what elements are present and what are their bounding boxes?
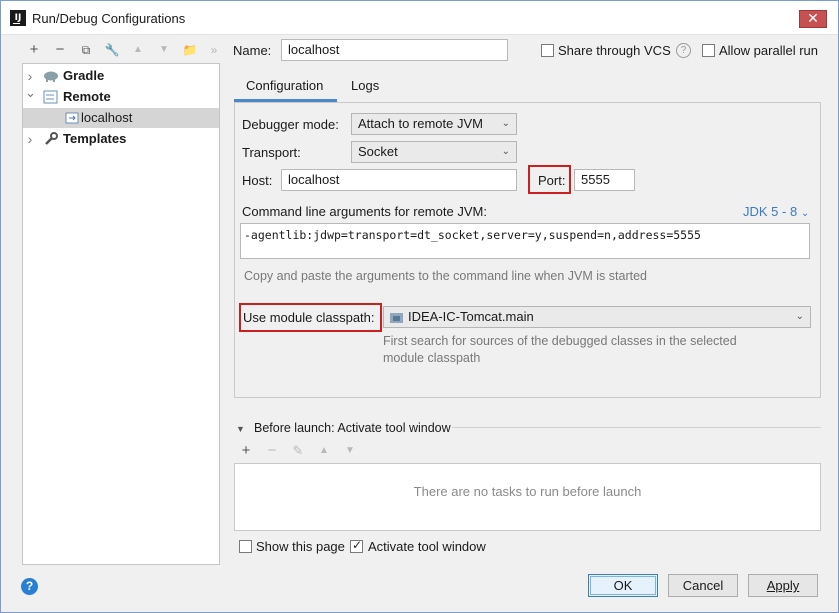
tree-item-gradle[interactable]: › Gradle (23, 66, 219, 86)
minus-icon[interactable]: − (51, 41, 69, 59)
help-icon[interactable]: ? (676, 43, 691, 58)
module-classpath-label: Use module classpath: (243, 310, 375, 325)
jdk-version-text: JDK 5 - 8 (743, 204, 798, 219)
tree-label-remote: Remote (63, 89, 111, 104)
module-hint-line2: module classpath (383, 351, 481, 365)
configuration-tree[interactable]: › Gradle ⌄ Remote localhost › Templates (22, 63, 220, 565)
double-chevron-icon[interactable]: » (205, 41, 223, 59)
tree-item-templates[interactable]: › Templates (23, 129, 219, 149)
title-bar: IJ Run/Debug Configurations ✕ (1, 1, 838, 35)
tree-item-remote[interactable]: ⌄ Remote (23, 85, 219, 107)
chevron-down-icon: ⌄ (501, 146, 510, 157)
allow-parallel-checkbox[interactable] (702, 44, 715, 57)
chevron-right-icon[interactable]: › (25, 129, 35, 149)
plus-icon[interactable]: + (25, 41, 43, 59)
plus-icon[interactable]: + (237, 442, 255, 460)
window-title: Run/Debug Configurations (32, 11, 186, 26)
before-launch-label[interactable]: Before launch: Activate tool window (254, 420, 451, 436)
allow-parallel-label: Allow parallel run (719, 43, 818, 58)
chevron-down-icon: ⌄ (795, 311, 804, 322)
show-page-checkbox[interactable] (239, 540, 252, 553)
jdk-version-selector[interactable]: JDK 5 - 8 ⌄ (743, 204, 809, 222)
wrench-icon[interactable]: 🔧 (103, 41, 121, 59)
chevron-down-icon: ⌄ (501, 118, 510, 129)
apply-button-label: Apply (766, 578, 800, 593)
intellij-app-icon: IJ (10, 10, 26, 26)
transport-label: Transport: (242, 145, 301, 160)
port-field[interactable]: 5555 (574, 169, 635, 191)
before-launch-task-list[interactable]: There are no tasks to run before launch (234, 463, 821, 531)
tab-logs[interactable]: Logs (351, 78, 379, 94)
gradle-elephant-icon (44, 71, 58, 82)
module-classpath-value: IDEA-IC-Tomcat.main (408, 309, 534, 324)
transport-value: Socket (358, 144, 398, 159)
debugger-mode-value: Attach to remote JVM (358, 116, 483, 131)
activate-tool-window-label: Activate tool window (368, 539, 486, 554)
tab-configuration[interactable]: Configuration (246, 78, 323, 94)
remote-config-icon (43, 90, 58, 104)
show-page-label: Show this page (256, 539, 345, 554)
cmdline-hint: Copy and paste the arguments to the comm… (244, 269, 647, 283)
remote-run-icon (65, 112, 79, 124)
apply-button[interactable]: Apply (748, 574, 818, 597)
tree-label-templates: Templates (63, 131, 127, 146)
name-label: Name: (233, 43, 272, 58)
cmdline-textarea[interactable]: -agentlib:jdwp=transport=dt_socket,serve… (240, 223, 810, 259)
help-icon[interactable]: ? (21, 578, 38, 595)
name-field[interactable]: localhost (281, 39, 508, 61)
tree-label-localhost: localhost (81, 110, 133, 125)
ok-button-label: OK (613, 578, 633, 593)
empty-tasks-text: There are no tasks to run before launch (413, 484, 642, 499)
collapse-triangle-icon[interactable]: ▼ (236, 424, 245, 434)
module-classpath-select[interactable]: IDEA-IC-Tomcat.main ⌄ (383, 306, 811, 328)
transport-select[interactable]: Socket ⌄ (351, 141, 517, 163)
share-vcs-checkbox[interactable] (541, 44, 554, 57)
cmdline-label: Command line arguments for remote JVM: (242, 204, 487, 219)
ok-button[interactable]: OK (588, 574, 658, 597)
close-button[interactable]: ✕ (799, 10, 827, 28)
host-field[interactable]: localhost (281, 169, 517, 191)
arrow-down-icon[interactable]: ▼ (155, 41, 173, 59)
tree-item-localhost[interactable]: localhost (23, 108, 219, 128)
activate-tool-window-checkbox[interactable] (350, 538, 363, 553)
wrench-icon (45, 132, 58, 145)
arrow-up-icon[interactable]: ▲ (315, 442, 333, 460)
chevron-down-icon: ⌄ (800, 208, 810, 219)
debugger-mode-select[interactable]: Attach to remote JVM ⌄ (351, 113, 517, 135)
arrow-down-icon[interactable]: ▼ (341, 442, 359, 460)
port-highlight-box (528, 165, 571, 194)
separator-line (452, 427, 821, 428)
chevron-down-icon[interactable]: ⌄ (25, 83, 36, 103)
folder-icon[interactable]: 📁 (181, 41, 199, 59)
host-label: Host: (242, 173, 273, 188)
debugger-mode-label: Debugger mode: (242, 117, 339, 132)
cancel-button[interactable]: Cancel (668, 574, 738, 597)
pencil-icon[interactable]: ✎ (289, 442, 307, 460)
module-folder-icon (390, 313, 403, 323)
run-debug-dialog: IJ Run/Debug Configurations ✕ + − ⧉ 🔧 ▲ … (0, 0, 839, 613)
tree-label-gradle: Gradle (63, 68, 105, 83)
module-hint-line1: First search for sources of the debugged… (383, 334, 737, 348)
minus-icon[interactable]: − (263, 442, 281, 460)
share-vcs-label: Share through VCS (558, 43, 671, 58)
copy-icon[interactable]: ⧉ (77, 41, 95, 59)
arrow-up-icon[interactable]: ▲ (129, 41, 147, 59)
